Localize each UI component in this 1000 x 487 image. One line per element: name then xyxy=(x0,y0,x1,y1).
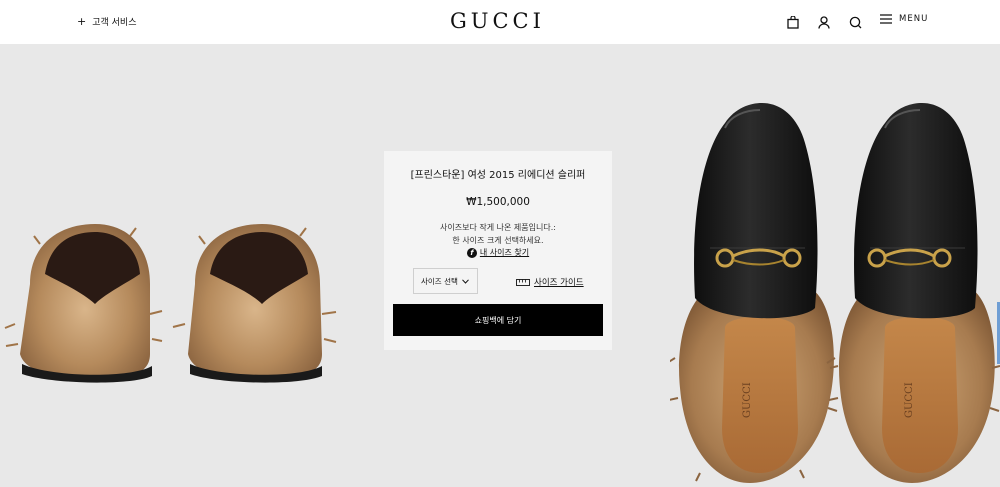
plus-icon: + xyxy=(77,15,87,28)
site-header: + 고객 서비스 GUCCI MENU xyxy=(0,0,1000,44)
fit-predictor-icon: f xyxy=(466,247,477,258)
size-note-line1: 사이즈보다 작게 나온 제품입니다.: xyxy=(440,223,556,232)
size-note-line2: 한 사이즈 크게 선택하세요. xyxy=(452,236,544,245)
hamburger-icon xyxy=(880,14,892,24)
insole-logo: GUCCI xyxy=(904,382,915,418)
size-guide-label: 사이즈 가이드 xyxy=(534,278,584,288)
search-icon[interactable] xyxy=(846,13,864,31)
size-select[interactable]: 사이즈 선택 xyxy=(413,268,478,294)
shopping-bag-icon[interactable] xyxy=(784,13,802,31)
add-to-bag-button[interactable]: 쇼핑백에 담기 xyxy=(393,304,603,336)
chevron-down-icon xyxy=(462,278,469,284)
size-select-label: 사이즈 선택 xyxy=(421,276,458,286)
customer-service-link[interactable]: + 고객 서비스 xyxy=(77,15,136,28)
ruler-icon xyxy=(516,278,530,286)
find-my-size-link[interactable]: f 내 사이즈 찾기 xyxy=(384,247,612,258)
product-title: [프린스타운] 여성 2015 리에디션 슬리퍼 xyxy=(410,170,586,181)
insole-logo: GUCCI xyxy=(742,382,753,418)
product-card: [프린스타운] 여성 2015 리에디션 슬리퍼 ₩1,500,000 사이즈보… xyxy=(384,151,612,350)
customer-service-label: 고객 서비스 xyxy=(92,18,137,28)
menu-label: MENU xyxy=(899,14,929,24)
menu-button[interactable]: MENU xyxy=(880,14,928,24)
size-guide-link[interactable]: 사이즈 가이드 xyxy=(516,276,584,288)
find-my-size-label: 내 사이즈 찾기 xyxy=(479,248,530,257)
slipper-back-view-image xyxy=(4,224,337,383)
gucci-logo[interactable]: GUCCI xyxy=(450,9,545,33)
product-price: ₩1,500,000 xyxy=(466,196,530,208)
account-icon[interactable] xyxy=(815,13,833,31)
slipper-front-view-image: GUCCI GUCCI xyxy=(670,103,1000,483)
